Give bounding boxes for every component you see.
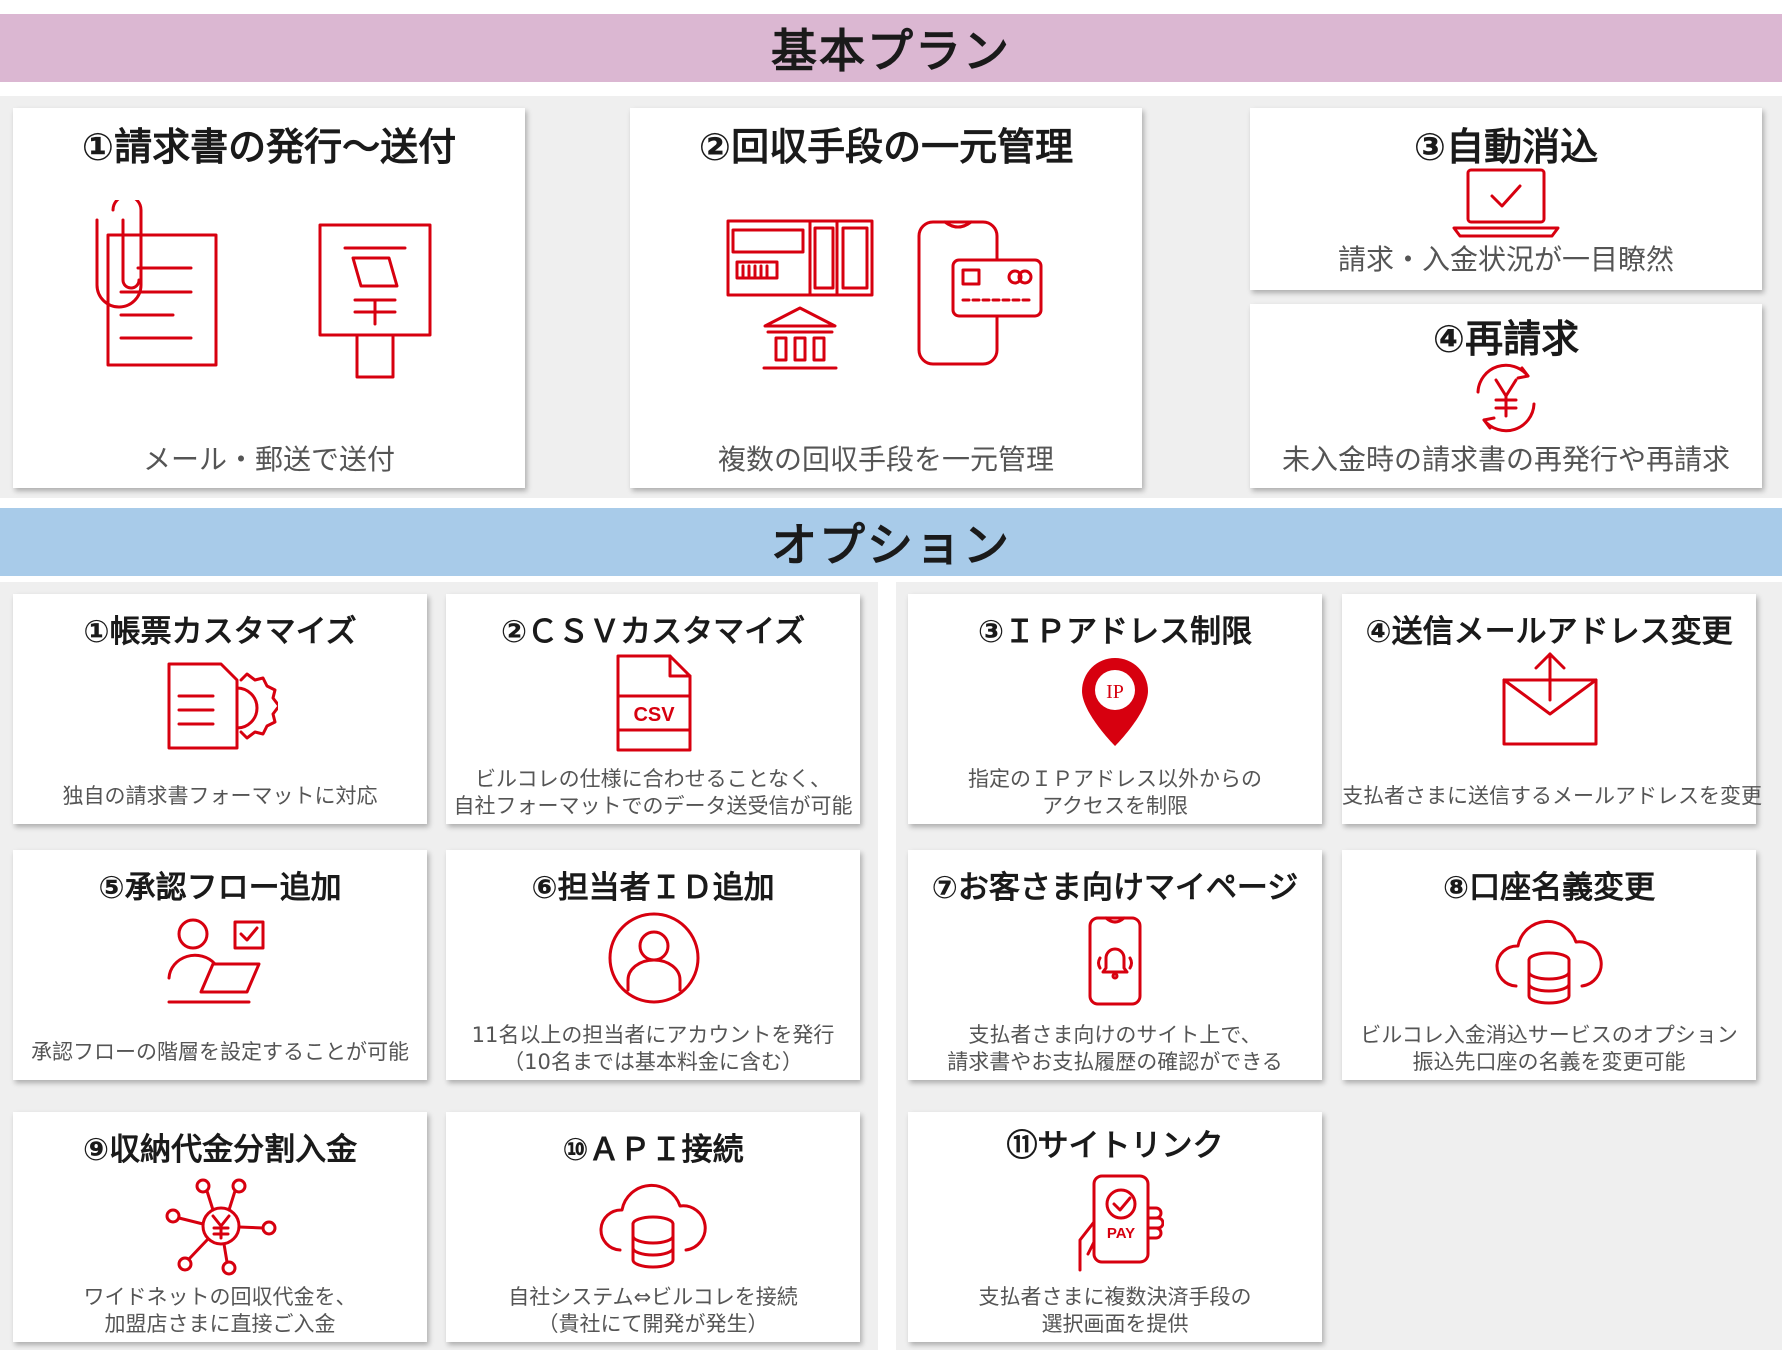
mail-upload-icon bbox=[1502, 652, 1598, 746]
option-card-form-customize: ①帳票カスタマイズ 独自の請求書フォーマットに対応 bbox=[13, 594, 427, 824]
card-title: ③ＩＰアドレス制限 bbox=[977, 614, 1253, 650]
card-description: 指定のＩＰアドレス以外からの アクセスを制限 bbox=[968, 767, 1262, 818]
card-description: 独自の請求書フォーマットに対応 bbox=[62, 784, 378, 808]
option-card-site-link: ⑪サイトリンク PAY 支払者さまに複数決済手段の 選択画面を提供 bbox=[908, 1112, 1322, 1342]
payment-slip-icon bbox=[726, 219, 874, 297]
card-title: ②回収手段の一元管理 bbox=[698, 125, 1074, 169]
user-laptop-check-icon bbox=[167, 918, 265, 1004]
option-card-sender-address: ④送信メールアドレス変更 支払者さまに送信するメールアドレスを変更 bbox=[1342, 594, 1762, 824]
cloud-database-icon bbox=[1495, 919, 1603, 1005]
card-title: ⑥担当者ＩＤ追加 bbox=[531, 870, 775, 906]
smartphone-card-icon bbox=[917, 220, 1043, 366]
card-description: 11名以上の担当者にアカウントを発行 （10名までは基本料金に含む） bbox=[471, 1023, 835, 1074]
csv-file-icon: CSV bbox=[616, 654, 692, 752]
phone-bell-icon bbox=[1088, 916, 1142, 1006]
csv-label: CSV bbox=[633, 704, 675, 726]
option-card-account-name: ⑧口座名義変更 ビルコレ入金消込サービスのオプション 振込先口座の名義を変更可能 bbox=[1342, 850, 1756, 1080]
hand-phone-pay-icon: PAY bbox=[1078, 1174, 1164, 1272]
pay-label: PAY bbox=[1107, 1225, 1135, 1242]
option-card-staff-id: ⑥担当者ＩＤ追加 11名以上の担当者にアカウントを発行 （10名までは基本料金に… bbox=[446, 850, 860, 1080]
option-card-split-payment: ⑨収納代金分割入金 ワイドネットの回収代金を、 加盟店さまに直接ご入金 bbox=[13, 1112, 427, 1342]
card-title: ⑨収納代金分割入金 bbox=[82, 1132, 358, 1168]
postbox-icon bbox=[318, 223, 432, 379]
options-header: オプション bbox=[0, 508, 1782, 576]
card-title: ⑤承認フロー追加 bbox=[98, 870, 342, 906]
card-description: ワイドネットの回収代金を、 加盟店さまに直接ご入金 bbox=[83, 1285, 357, 1336]
card-description: 支払者さまに送信するメールアドレスを変更 bbox=[1342, 784, 1762, 808]
bank-icon bbox=[762, 306, 838, 370]
option-card-api: ⑩ＡＰＩ接続 自社システム⇔ビルコレを接続 （貴社にて開発が発生） bbox=[446, 1112, 860, 1342]
yen-cycle-icon bbox=[1476, 363, 1536, 433]
card-description: メール・郵送で送付 bbox=[142, 443, 395, 476]
basic-card-invoice-sending: ①請求書の発行〜送付 メール・郵送で送付 bbox=[13, 108, 525, 488]
yen-network-icon bbox=[165, 1178, 277, 1276]
card-title: ④再請求 bbox=[1432, 317, 1580, 361]
document-clip-icon bbox=[95, 200, 218, 367]
card-title: ①帳票カスタマイズ bbox=[83, 614, 357, 650]
card-description: 支払者さまに複数決済手段の 選択画面を提供 bbox=[978, 1285, 1252, 1336]
card-description: 未入金時の請求書の再発行や再請求 bbox=[1281, 443, 1730, 476]
options-heading: オプション bbox=[771, 518, 1011, 572]
card-description: 自社システム⇔ビルコレを接続 （貴社にて開発が発生） bbox=[508, 1285, 798, 1336]
cloud-database-icon bbox=[599, 1183, 707, 1269]
card-title: ⑦お客さま向けマイページ bbox=[931, 870, 1299, 906]
option-card-approval-flow: ⑤承認フロー追加 承認フローの階層を設定することが可能 bbox=[13, 850, 427, 1080]
card-title: ⑩ＡＰＩ接続 bbox=[562, 1132, 744, 1168]
card-title: ②ＣＳＶカスタマイズ bbox=[500, 614, 806, 650]
card-description: ビルコレの仕様に合わせることなく、 自社フォーマットでのデータ送受信が可能 bbox=[453, 767, 853, 818]
card-title: ④送信メールアドレス変更 bbox=[1365, 614, 1733, 650]
card-description: 請求・入金状況が一目瞭然 bbox=[1337, 243, 1674, 276]
card-title: ⑧口座名義変更 bbox=[1442, 870, 1656, 906]
option-card-customer-mypage: ⑦お客さま向けマイページ 支払者さま向けのサイト上で、 請求書やお支払履歴の確認… bbox=[908, 850, 1322, 1080]
card-description: 支払者さま向けのサイト上で、 請求書やお支払履歴の確認ができる bbox=[947, 1023, 1283, 1074]
basic-card-collection-management: ②回収手段の一元管理 複数の回収手段を一元管理 bbox=[630, 108, 1142, 488]
laptop-check-icon bbox=[1452, 168, 1560, 238]
option-card-csv-customize: ②ＣＳＶカスタマイズ CSV ビルコレの仕様に合わせることなく、 自社フォーマッ… bbox=[446, 594, 860, 824]
ip-label: IP bbox=[1106, 681, 1124, 703]
ip-pin-icon: IP bbox=[1082, 658, 1148, 746]
user-circle-icon bbox=[608, 912, 700, 1004]
basic-card-auto-reconcile: ③自動消込 請求・入金状況が一目瞭然 bbox=[1250, 108, 1762, 290]
card-description: 複数の回収手段を一元管理 bbox=[717, 443, 1054, 476]
card-description: 承認フローの階層を設定することが可能 bbox=[31, 1040, 409, 1064]
option-card-ip-restriction: ③ＩＰアドレス制限 IP 指定のＩＰアドレス以外からの アクセスを制限 bbox=[908, 594, 1322, 824]
card-title: ①請求書の発行〜送付 bbox=[81, 125, 457, 169]
document-gear-icon bbox=[167, 662, 278, 750]
card-description: ビルコレ入金消込サービスのオプション 振込先口座の名義を変更可能 bbox=[1360, 1023, 1738, 1074]
basic-plan-heading: 基本プラン bbox=[771, 24, 1011, 78]
card-title: ③自動消込 bbox=[1413, 125, 1599, 169]
basic-card-rebilling: ④再請求 未入金時の請求書の再発行や再請求 bbox=[1250, 304, 1762, 488]
basic-plan-header: 基本プラン bbox=[0, 14, 1782, 82]
card-title: ⑪サイトリンク bbox=[1006, 1128, 1224, 1164]
